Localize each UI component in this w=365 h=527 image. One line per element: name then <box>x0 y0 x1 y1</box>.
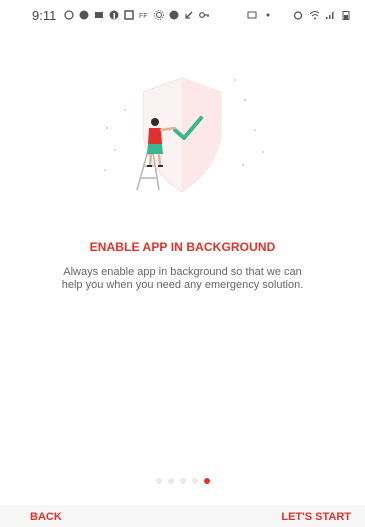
app-icon <box>94 10 104 20</box>
page-dot-active <box>203 478 210 484</box>
battery-icon <box>341 10 351 20</box>
facebook-icon <box>109 10 119 20</box>
messenger-icon <box>79 10 89 20</box>
bottom-navigation-bar: BACK LET'S START <box>0 505 365 527</box>
back-button[interactable]: BACK <box>30 511 62 523</box>
notification-icons: FF <box>64 10 210 20</box>
page-indicator <box>0 478 365 484</box>
messenger-icon <box>169 10 179 20</box>
page-dot <box>191 478 198 484</box>
sun-icon <box>154 10 165 20</box>
page-dot <box>179 478 186 484</box>
key-icon <box>199 10 210 20</box>
wifi-icon <box>309 10 319 20</box>
alarm-icon <box>293 10 303 20</box>
signal-icon <box>325 10 335 20</box>
lets-start-button[interactable]: LET'S START <box>281 511 351 523</box>
onboarding-title: ENABLE APP IN BACKGROUND <box>89 240 276 254</box>
whatsapp-icon <box>64 10 74 20</box>
onboarding-description: Always enable app in background so that … <box>61 266 304 291</box>
call-icon <box>184 10 194 20</box>
page-dot <box>155 478 162 484</box>
status-bar: 9:11 FF <box>0 0 365 30</box>
ff-icon: FF <box>139 10 149 20</box>
screenshot-icon <box>247 10 257 20</box>
dot-icon <box>263 10 273 20</box>
svg-text:FF: FF <box>139 13 148 20</box>
page-dot <box>167 478 174 484</box>
status-time: 9:11 <box>32 7 57 23</box>
flipboard-icon <box>124 10 135 20</box>
shield-illustration <box>95 70 270 200</box>
system-icons <box>247 10 351 20</box>
